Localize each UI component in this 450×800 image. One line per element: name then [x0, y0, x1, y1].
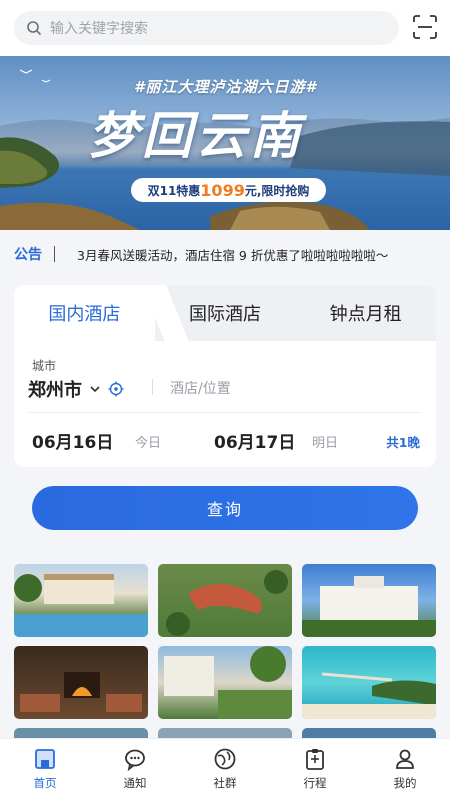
hotel-image[interactable] — [158, 728, 292, 738]
query-button[interactable]: 查询 — [32, 486, 418, 530]
checkout-date[interactable]: 06月17日 — [214, 428, 295, 453]
hotel-image[interactable] — [158, 564, 292, 637]
top-bar: 输入关键字搜索 — [0, 0, 450, 56]
hotel-location-input[interactable]: 酒店/位置 — [170, 378, 231, 398]
profile-icon — [396, 749, 414, 769]
search-icon — [27, 21, 41, 35]
hotel-image[interactable] — [302, 564, 436, 637]
hotel-image[interactable] — [14, 646, 148, 719]
hotel-booking-card: 国内酒店 国际酒店 钟点月租 城市 郑州市 酒店/位置 06月16日 今日 06… — [14, 285, 436, 467]
bottom-navigation: 首页 通知 社群 行程 我的 — [0, 738, 450, 800]
announcement-divider — [54, 246, 55, 262]
chevron-down-icon — [90, 386, 100, 393]
hotel-image[interactable] — [158, 646, 292, 719]
banner-title: 梦回云南 — [88, 106, 304, 165]
promo-suffix: 元,限时抢购 — [244, 183, 310, 198]
checkin-tag: 今日 — [135, 436, 162, 451]
nav-profile[interactable]: 我的 — [360, 739, 450, 800]
hotel-image[interactable] — [302, 646, 436, 719]
banner-promo-badge: 双11特惠 1099 元,限时抢购 — [131, 178, 326, 202]
row-divider — [28, 412, 422, 413]
hotel-type-tabs: 国内酒店 国际酒店 钟点月租 — [14, 285, 436, 341]
city-name: 郑州市 — [28, 380, 82, 401]
tab-hourly-monthly[interactable]: 钟点月租 — [295, 285, 436, 341]
community-icon — [214, 748, 236, 770]
home-icon — [35, 749, 55, 769]
nav-notifications[interactable]: 通知 — [90, 739, 180, 800]
hotel-image-grid — [14, 564, 436, 738]
tab-domestic-hotel[interactable]: 国内酒店 — [14, 285, 155, 341]
checkout-tag: 明日 — [312, 436, 339, 451]
banner-subtitle: #丽江大理泸沽湖六日游# — [134, 78, 317, 96]
nav-home[interactable]: 首页 — [0, 739, 90, 800]
message-icon — [125, 749, 145, 771]
city-selector[interactable]: 郑州市 — [28, 376, 124, 402]
search-input[interactable]: 输入关键字搜索 — [14, 11, 399, 45]
nights-count: 共1晚 — [386, 435, 420, 450]
announcement-bar[interactable]: 公告 3月春风送暖活动，酒店住宿 9 折优惠了啦啦啦啦啦啦～ — [0, 232, 450, 276]
promo-banner[interactable]: #丽江大理泸沽湖六日游# 梦回云南 双11特惠 1099 元,限时抢购 — [0, 56, 450, 230]
nav-itinerary[interactable]: 行程 — [270, 739, 360, 800]
city-divider — [152, 379, 153, 395]
itinerary-icon — [306, 749, 324, 770]
search-placeholder: 输入关键字搜索 — [50, 21, 148, 37]
hotel-image[interactable] — [14, 728, 148, 738]
promo-prefix: 双11特惠 — [147, 183, 201, 198]
city-label: 城市 — [32, 359, 57, 373]
checkin-date[interactable]: 06月16日 — [32, 428, 113, 453]
locate-icon[interactable] — [108, 381, 124, 397]
nav-community[interactable]: 社群 — [180, 739, 270, 800]
hotel-image[interactable] — [14, 564, 148, 637]
announcement-text: 3月春风送暖活动，酒店住宿 9 折优惠了啦啦啦啦啦啦～ — [77, 247, 389, 263]
announcement-tag: 公告 — [14, 247, 42, 263]
promo-price: 1099 — [200, 180, 245, 200]
scan-icon[interactable] — [412, 14, 438, 40]
hotel-image[interactable] — [302, 728, 436, 738]
